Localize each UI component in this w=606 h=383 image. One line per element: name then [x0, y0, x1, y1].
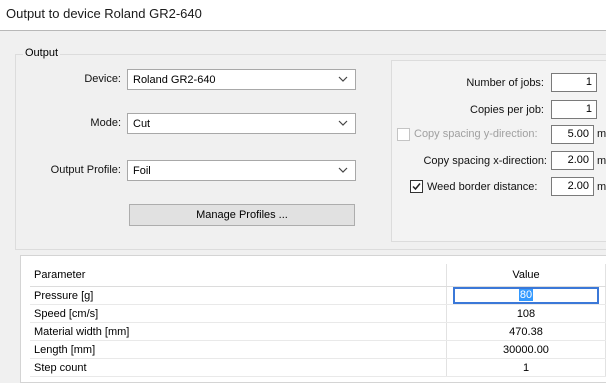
manage-profiles-button[interactable]: Manage Profiles ...	[129, 204, 355, 226]
table-header-row: Parameter Value	[30, 264, 606, 287]
device-label: Device:	[84, 73, 121, 85]
mode-select[interactable]: Cut	[127, 113, 356, 134]
parameter-grid: Parameter Value Pressure [g] 80 Speed [c…	[30, 264, 606, 377]
copy-spacing-x-label: Copy spacing x-direction:	[423, 155, 547, 167]
chevron-down-icon	[338, 167, 348, 173]
parameter-column-header[interactable]: Parameter	[30, 264, 447, 287]
device-select-value: Roland GR2-640	[133, 73, 216, 86]
copy-spacing-y-unit: mm	[597, 128, 606, 140]
value-cell[interactable]: 108	[446, 304, 606, 323]
table-row[interactable]: Material width [mm] 470.38	[30, 322, 606, 341]
copy-spacing-y-label: Copy spacing y-direction:	[414, 128, 538, 140]
output-profile-label: Output Profile:	[50, 164, 121, 176]
weed-border-unit: mm	[597, 181, 606, 193]
chevron-down-icon	[338, 76, 348, 82]
table-row[interactable]: Step count 1	[30, 358, 606, 377]
parameter-table: Parameter Value Pressure [g] 80 Speed [c…	[20, 255, 606, 383]
table-row[interactable]: Speed [cm/s] 108	[30, 304, 606, 323]
value-column-header[interactable]: Value	[446, 264, 606, 287]
value-edit-field[interactable]: 80	[453, 287, 599, 304]
output-profile-select[interactable]: Foil	[127, 160, 356, 181]
parameter-cell: Step count	[30, 358, 447, 377]
number-of-jobs-label: Number of jobs:	[466, 77, 544, 89]
mode-label: Mode:	[90, 117, 121, 129]
parameter-cell: Material width [mm]	[30, 322, 447, 341]
chevron-down-icon	[338, 120, 348, 126]
parameter-cell: Pressure [g]	[30, 286, 447, 305]
copy-spacing-x-input[interactable]: 2.00	[551, 151, 594, 170]
device-select[interactable]: Roland GR2-640	[127, 69, 356, 90]
mode-select-value: Cut	[133, 117, 151, 130]
copy-spacing-x-unit: mm	[597, 155, 606, 167]
parameter-cell: Speed [cm/s]	[30, 304, 447, 323]
value-cell[interactable]: 1	[446, 358, 606, 377]
checkmark-icon	[412, 183, 421, 191]
output-group-label: Output	[23, 47, 61, 59]
value-cell-selected-text: 80	[518, 289, 534, 301]
window-title: Output to device Roland GR2-640	[6, 6, 202, 21]
value-cell[interactable]: 470.38	[446, 322, 606, 341]
parameter-cell: Length [mm]	[30, 340, 447, 359]
table-row[interactable]: Length [mm] 30000.00	[30, 340, 606, 359]
number-of-jobs-input[interactable]: 1	[551, 73, 597, 92]
table-row[interactable]: Pressure [g] 80	[30, 286, 606, 305]
copies-per-job-label: Copies per job:	[470, 104, 544, 116]
value-cell[interactable]: 30000.00	[446, 340, 606, 359]
copies-per-job-input[interactable]: 1	[551, 100, 597, 119]
copy-spacing-y-input[interactable]: 5.00	[551, 125, 594, 144]
weed-border-input[interactable]: 2.00	[551, 177, 594, 196]
output-dialog: Output to device Roland GR2-640 Output D…	[0, 0, 606, 383]
weed-border-label: Weed border distance:	[427, 181, 538, 193]
output-profile-select-value: Foil	[133, 164, 151, 177]
weed-border-checkbox[interactable]	[410, 180, 423, 193]
copy-spacing-y-checkbox[interactable]	[397, 128, 410, 141]
